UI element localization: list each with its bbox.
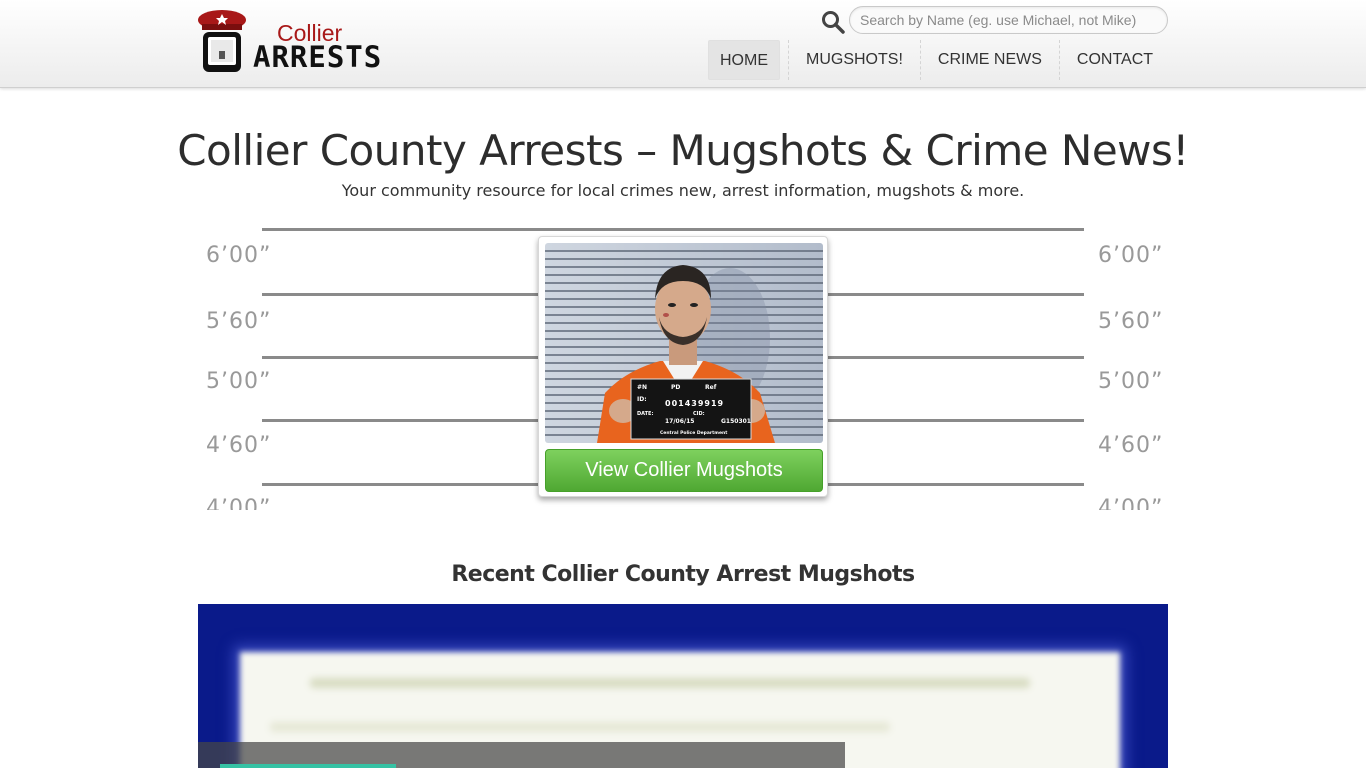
banner-blur-line [270, 722, 890, 732]
site-header: Collier ARRESTS HOME MUGSHOTS! CRIME NEW… [0, 0, 1366, 88]
board-date-label: DATE: [637, 411, 653, 417]
board-id-value: 001439919 [665, 399, 724, 408]
search-input[interactable] [849, 6, 1168, 34]
height-label: 4’00” [1098, 496, 1164, 510]
board-ref-label: Ref [705, 384, 717, 391]
board-cid-label: CID: [693, 411, 705, 417]
height-label: 5’00” [206, 369, 272, 394]
mugshot-photo[interactable]: #N PD Ref ID: 001439919 DATE: 17/06/15 C… [545, 243, 823, 443]
board-cid-value: G150301 [721, 418, 751, 425]
banner-blur-line [310, 678, 1030, 688]
view-mugshots-button[interactable]: View Collier Mugshots [545, 449, 823, 492]
height-label: 6’00” [1098, 243, 1164, 268]
recent-section-title: Recent Collier County Arrest Mugshots [451, 562, 915, 587]
height-label: 4’00” [206, 496, 272, 510]
board-date-value: 17/06/15 [665, 418, 694, 425]
board-n-label: #N [637, 384, 647, 391]
logo-arrests-text: ARRESTS [253, 40, 383, 74]
recent-mugshot-banner[interactable] [198, 604, 1168, 768]
page-title: Collier County Arrests – Mugshots & Crim… [177, 126, 1189, 175]
nav-contact[interactable]: CONTACT [1058, 40, 1170, 80]
search-icon[interactable] [821, 10, 845, 34]
police-cap-phone-icon [198, 10, 246, 72]
site-logo[interactable]: Collier ARRESTS [197, 8, 381, 74]
height-label: 5’60” [1098, 309, 1164, 334]
height-line [262, 228, 1084, 231]
board-pd-label: PD [671, 384, 680, 391]
banner-category-tag[interactable] [220, 764, 396, 768]
nav-mugshots[interactable]: MUGSHOTS! [788, 40, 920, 80]
height-label: 5’60” [206, 309, 272, 334]
height-label: 4’60” [206, 433, 272, 458]
board-footer: Central Police Department [660, 430, 728, 436]
nav-crime-news[interactable]: CRIME NEWS [919, 40, 1059, 80]
height-label: 5’00” [1098, 369, 1164, 394]
board-id-label: ID: [637, 396, 647, 403]
height-label: 6’00” [206, 243, 272, 268]
page-subtitle: Your community resource for local crimes… [341, 181, 1025, 200]
mugshot-card: #N PD Ref ID: 001439919 DATE: 17/06/15 C… [538, 236, 828, 497]
main-nav: HOME MUGSHOTS! CRIME NEWS CONTACT [708, 40, 1170, 80]
nav-home[interactable]: HOME [708, 40, 780, 80]
height-label: 4’60” [1098, 433, 1164, 458]
